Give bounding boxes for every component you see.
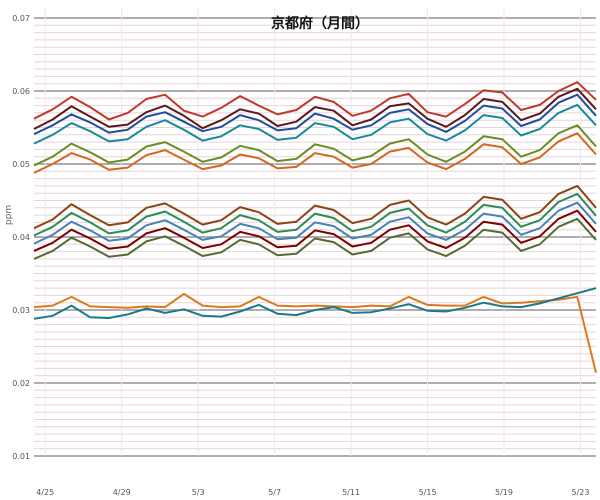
x-tick-label: 5/23 [571, 488, 589, 497]
x-tick-label: 4/29 [113, 488, 131, 497]
chart-title: 京都府（月間） [271, 15, 369, 32]
y-tick-label: 0.05 [12, 160, 30, 169]
x-tick-label: 4/25 [36, 488, 54, 497]
y-axis-label: ppm [4, 205, 14, 225]
y-tick-label: 0.06 [12, 87, 30, 96]
y-tick-label: 0.01 [12, 452, 30, 461]
y-tick-label: 0.03 [12, 306, 30, 315]
y-tick-label: 0.07 [12, 14, 30, 23]
x-tick-label: 5/7 [268, 488, 281, 497]
y-tick-label: 0.04 [12, 233, 30, 242]
x-tick-label: 5/19 [495, 488, 513, 497]
x-tick-label: 5/3 [192, 488, 205, 497]
x-tick-label: 5/15 [419, 488, 437, 497]
y-tick-label: 0.02 [12, 379, 30, 388]
line-chart: 0.01 0.02 0.03 0.04 0.05 0.06 0.07 4/25 4/29 5/3… [0, 0, 600, 500]
x-tick-label: 5/11 [342, 488, 360, 497]
